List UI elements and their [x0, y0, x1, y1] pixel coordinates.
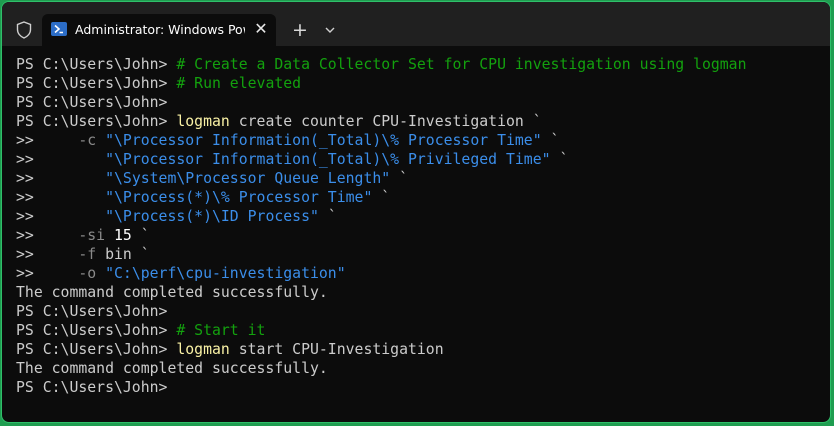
terminal-text: "C:\perf\cpu-investigation" [105, 265, 346, 282]
shield-icon [16, 21, 32, 39]
terminal-text: ` [131, 227, 150, 244]
terminal-text: bin ` [105, 246, 150, 263]
title-bar: Administrator: Windows PowerShell ✕ + [2, 2, 830, 46]
terminal-line: PS C:\Users\John> # Start it [16, 321, 824, 340]
terminal-line: The command completed successfully. [16, 283, 824, 302]
terminal-text: # Start it [176, 322, 266, 339]
terminal-text: >> [16, 227, 79, 244]
terminal-line: >> "\System\Processor Queue Length" ` [16, 169, 824, 188]
terminal-text: 15 [114, 227, 132, 244]
terminal-text: PS C:\Users\John> [16, 303, 168, 320]
terminal-window: Administrator: Windows PowerShell ✕ + PS… [1, 1, 831, 423]
terminal-text: ` [390, 170, 408, 187]
terminal-text: -c [78, 132, 106, 149]
terminal-text: The command completed successfully. [16, 360, 328, 377]
terminal-text: ` [550, 151, 569, 168]
terminal-text: ` [541, 132, 560, 149]
terminal-text: -o [78, 265, 106, 282]
terminal-line: PS C:\Users\John> # Run elevated [16, 74, 824, 93]
terminal-text: PS C:\Users\John> [16, 94, 168, 111]
chevron-down-icon[interactable] [320, 20, 340, 40]
terminal-text: ` [318, 208, 337, 225]
close-icon[interactable]: ✕ [250, 18, 272, 40]
terminal-text: PS C:\Users\John> [16, 75, 177, 92]
terminal-line: >> "\Process(*)\% Processor Time" ` [16, 188, 824, 207]
terminal-text: >> [16, 246, 79, 263]
terminal-text: >> [16, 132, 79, 149]
terminal-line: PS C:\Users\John> [16, 302, 824, 321]
terminal-text: logman [176, 341, 230, 358]
terminal-output[interactable]: PS C:\Users\John> # Create a Data Collec… [16, 55, 824, 416]
terminal-text: ` [372, 189, 391, 206]
terminal-text: "\System\Processor Queue Length" [105, 170, 391, 187]
terminal-text: PS C:\Users\John> [16, 379, 168, 396]
terminal-text: >> [16, 151, 106, 168]
terminal-text: create counter CPU-Investigation ` [229, 113, 542, 130]
terminal-text: PS C:\Users\John> [16, 56, 177, 73]
terminal-line: >> "\Process(*)\ID Process" ` [16, 207, 824, 226]
terminal-text: "\Processor Information(_Total)\% Privil… [105, 151, 551, 168]
terminal-line: >> -o "C:\perf\cpu-investigation" [16, 264, 824, 283]
terminal-text: PS C:\Users\John> [16, 341, 177, 358]
powershell-icon [51, 22, 67, 36]
tab-powershell[interactable]: Administrator: Windows PowerShell ✕ [42, 14, 276, 46]
terminal-line: PS C:\Users\John> [16, 378, 824, 397]
terminal-line: PS C:\Users\John> logman create counter … [16, 112, 824, 131]
terminal-line: PS C:\Users\John> # Create a Data Collec… [16, 55, 824, 74]
terminal-text: >> [16, 170, 106, 187]
terminal-line: >> -si 15 ` [16, 226, 824, 245]
terminal-text: >> [16, 189, 106, 206]
terminal-text: logman [176, 113, 230, 130]
terminal-text: "\Processor Information(_Total)\% Proces… [105, 132, 542, 149]
terminal-line: The command completed successfully. [16, 359, 824, 378]
terminal-text: >> [16, 208, 106, 225]
plus-icon[interactable]: + [290, 20, 310, 40]
terminal-line: PS C:\Users\John> [16, 93, 824, 112]
terminal-line: >> -f bin ` [16, 245, 824, 264]
terminal-line: >> -c "\Processor Information(_Total)\% … [16, 131, 824, 150]
terminal-text: -f [78, 246, 106, 263]
tab-title: Administrator: Windows PowerShell [75, 22, 245, 37]
terminal-line: PS C:\Users\John> logman start CPU-Inves… [16, 340, 824, 359]
terminal-text: PS C:\Users\John> [16, 113, 177, 130]
terminal-text: PS C:\Users\John> [16, 322, 177, 339]
terminal-text: start CPU-Investigation [229, 341, 444, 358]
terminal-text: -si [78, 227, 114, 244]
terminal-line: >> "\Processor Information(_Total)\% Pri… [16, 150, 824, 169]
terminal-text: "\Process(*)\% Processor Time" [105, 189, 373, 206]
terminal-text: # Run elevated [176, 75, 302, 92]
terminal-text: The command completed successfully. [16, 284, 328, 301]
terminal-text: # Create a Data Collector Set for CPU in… [176, 56, 747, 73]
terminal-text: >> [16, 265, 79, 282]
terminal-text: "\Process(*)\ID Process" [105, 208, 319, 225]
